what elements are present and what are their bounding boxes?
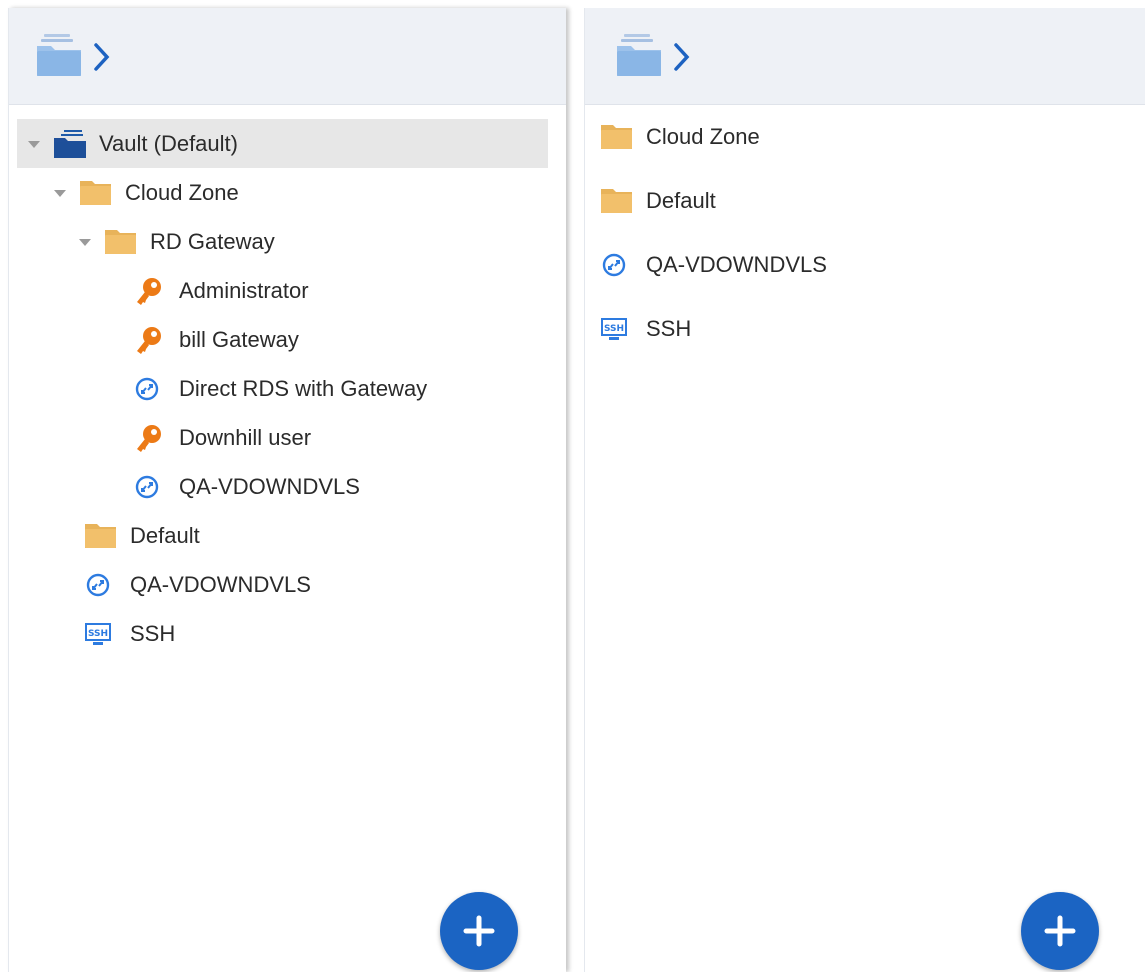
folder-icon (600, 186, 634, 216)
tree-item-label: RD Gateway (150, 228, 275, 254)
rdp-icon (133, 472, 167, 502)
tree-item-default[interactable]: Default (84, 511, 200, 560)
folder-icon (600, 122, 634, 152)
tree-item-label: Administrator (179, 277, 309, 303)
list-item-label: SSH (646, 315, 692, 341)
panel-header (9, 8, 566, 105)
svg-text:SSH: SSH (604, 324, 624, 334)
vault-folder-icon[interactable] (35, 32, 85, 83)
caret-down-icon[interactable] (27, 137, 41, 151)
key-icon (133, 423, 167, 453)
list-item-label: QA-VDOWNDVLS (646, 251, 827, 277)
tree-item-label: SSH (130, 620, 176, 646)
folder-icon (84, 521, 118, 551)
tree-item-label: Vault (Default) (99, 130, 238, 156)
list-item-ssh[interactable]: SSH SSH (600, 304, 691, 353)
tree-item-label: Downhill user (179, 424, 312, 450)
tree-item-vault[interactable]: Vault (Default) (17, 119, 548, 168)
key-icon (133, 325, 167, 355)
list-item-qa-vdowndvls[interactable]: QA-VDOWNDVLS (600, 240, 827, 289)
tree-item-label: Cloud Zone (125, 179, 239, 205)
rdp-icon (84, 570, 118, 600)
tree-item-label: QA-VDOWNDVLS (179, 473, 360, 499)
tree-item-rd-gateway[interactable]: RD Gateway (78, 217, 275, 266)
add-button[interactable] (440, 892, 518, 970)
rdp-icon (600, 250, 634, 280)
caret-down-icon[interactable] (53, 186, 67, 200)
caret-down-icon[interactable] (78, 235, 92, 249)
tree-item-cloud-zone[interactable]: Cloud Zone (53, 168, 239, 217)
tree-item-downhill-user[interactable]: Downhill user (133, 413, 311, 462)
key-icon (133, 276, 167, 306)
ssh-icon: SSH (84, 619, 118, 649)
chevron-right-icon[interactable] (673, 42, 691, 77)
chevron-right-icon[interactable] (93, 42, 111, 77)
folder-icon (79, 178, 113, 208)
ssh-icon: SSH (600, 314, 634, 344)
add-button[interactable] (1021, 892, 1099, 970)
tree-item-label: bill Gateway (179, 326, 299, 352)
tree-item-qa-vdowndvls[interactable]: QA-VDOWNDVLS (84, 560, 311, 609)
tree-item-label: Direct RDS with Gateway (179, 375, 428, 401)
tree-item-administrator[interactable]: Administrator (133, 266, 309, 315)
vault-icon (53, 129, 87, 159)
vault-folder-icon[interactable] (615, 32, 665, 83)
tree-item-direct-rds[interactable]: Direct RDS with Gateway (133, 364, 427, 413)
plus-icon (1044, 915, 1076, 947)
tree-item-label: Default (130, 522, 200, 548)
list-item-cloud-zone[interactable]: Cloud Zone (600, 112, 760, 161)
tree-item-ssh[interactable]: SSH SSH (84, 609, 175, 658)
tree-item-qa-vdowndvls[interactable]: QA-VDOWNDVLS (133, 462, 360, 511)
navigation-panel-right: Cloud Zone Default QA-VDOWNDVLS SSH SSH (584, 8, 1145, 972)
plus-icon (463, 915, 495, 947)
tree-item-label: QA-VDOWNDVLS (130, 571, 311, 597)
tree-item-bill-gateway[interactable]: bill Gateway (133, 315, 299, 364)
list-item-label: Cloud Zone (646, 123, 760, 149)
folder-icon (104, 227, 138, 257)
panel-header (585, 8, 1145, 105)
list-item-label: Default (646, 187, 716, 213)
list-item-default[interactable]: Default (600, 176, 716, 225)
navigation-panel-left: Vault (Default) Cloud Zone RD Gateway Ad… (8, 8, 566, 972)
svg-text:SSH: SSH (88, 629, 108, 639)
rdp-icon (133, 374, 167, 404)
